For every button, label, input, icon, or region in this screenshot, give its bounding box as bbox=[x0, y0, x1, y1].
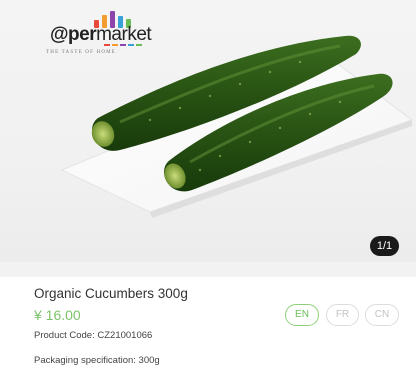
logo-tagline: THE TASTE OF HOME bbox=[46, 50, 117, 55]
image-counter-badge: 1/1 bbox=[370, 236, 399, 256]
brand-logo: @permarket THE TASTE OF HOME bbox=[46, 8, 156, 58]
logo-color-strip bbox=[104, 44, 144, 47]
product-code: Product Code: CZ21001066 bbox=[34, 330, 153, 341]
section-divider bbox=[0, 262, 416, 277]
packaging-specification: Packaging specification: 300g bbox=[34, 355, 160, 366]
product-title: Organic Cucumbers 300g bbox=[34, 286, 188, 301]
product-image-gallery[interactable]: @permarket THE TASTE OF HOME 1/1 bbox=[0, 0, 416, 262]
language-button-cn[interactable]: CN bbox=[365, 304, 399, 326]
product-price: ¥ 16.00 bbox=[34, 307, 81, 323]
logo-wordmark: @permarket bbox=[50, 24, 152, 45]
language-button-fr[interactable]: FR bbox=[326, 304, 359, 326]
language-button-en[interactable]: EN bbox=[285, 304, 319, 326]
